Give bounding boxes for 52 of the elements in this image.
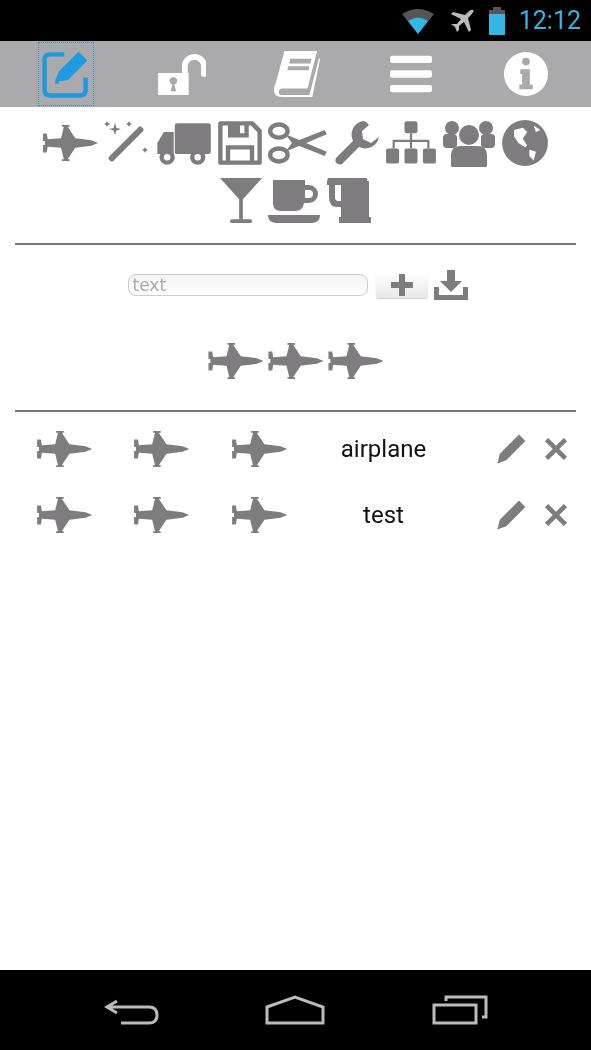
users-icon	[441, 119, 497, 167]
edit-button[interactable]	[495, 499, 527, 531]
jet-icon	[326, 342, 385, 380]
jet-button[interactable]	[42, 124, 99, 162]
scissors-button[interactable]	[268, 119, 329, 167]
globe-button[interactable]	[501, 119, 549, 167]
jet-icon	[36, 496, 94, 534]
jet-icon	[133, 430, 191, 468]
scissors-icon	[268, 119, 329, 167]
users-button[interactable]	[441, 119, 497, 167]
jet-icon	[266, 342, 325, 380]
add-button[interactable]	[375, 272, 428, 298]
cocktail-glass-icon	[218, 177, 263, 225]
battery-icon	[488, 6, 505, 35]
wrench-icon	[333, 119, 381, 167]
download-button[interactable]	[433, 270, 468, 300]
edit-button[interactable]	[495, 433, 527, 465]
wifi-icon	[400, 7, 435, 34]
sitemap-icon	[385, 119, 437, 167]
menu-icon	[387, 54, 434, 94]
item-label: test	[362, 501, 405, 529]
unlock-icon	[155, 53, 206, 95]
item-label: airplane	[339, 435, 428, 463]
coffee-cup-icon	[266, 177, 321, 225]
download-icon	[433, 270, 468, 300]
mug-icon	[324, 177, 373, 225]
jet-icon	[206, 342, 265, 380]
text-field[interactable]: text	[127, 274, 368, 296]
cocktail-glass-button[interactable]	[218, 177, 263, 225]
pencil-icon	[495, 433, 527, 465]
coffee-cup-button[interactable]	[266, 177, 321, 225]
home-icon[interactable]	[265, 995, 326, 1025]
sitemap-button[interactable]	[385, 119, 437, 167]
pencil-icon	[495, 499, 527, 531]
jet-icon	[42, 124, 99, 162]
close-icon	[543, 502, 569, 528]
floppy-disk-button[interactable]	[216, 119, 264, 167]
close-icon	[543, 436, 569, 462]
wrench-button[interactable]	[333, 119, 381, 167]
recent-apps-icon[interactable]	[431, 995, 488, 1025]
globe-icon	[501, 119, 549, 167]
jet-icon	[133, 496, 191, 534]
mug-button[interactable]	[324, 177, 373, 225]
delete-button[interactable]	[543, 436, 569, 462]
delete-button[interactable]	[543, 502, 569, 528]
clock-time: 12:12	[518, 6, 581, 35]
plus-icon	[390, 274, 413, 296]
jet-icon	[230, 496, 288, 534]
info-icon	[502, 51, 549, 97]
jet-icon	[230, 430, 288, 468]
jet-icon	[36, 430, 94, 468]
edit-icon	[40, 49, 91, 99]
